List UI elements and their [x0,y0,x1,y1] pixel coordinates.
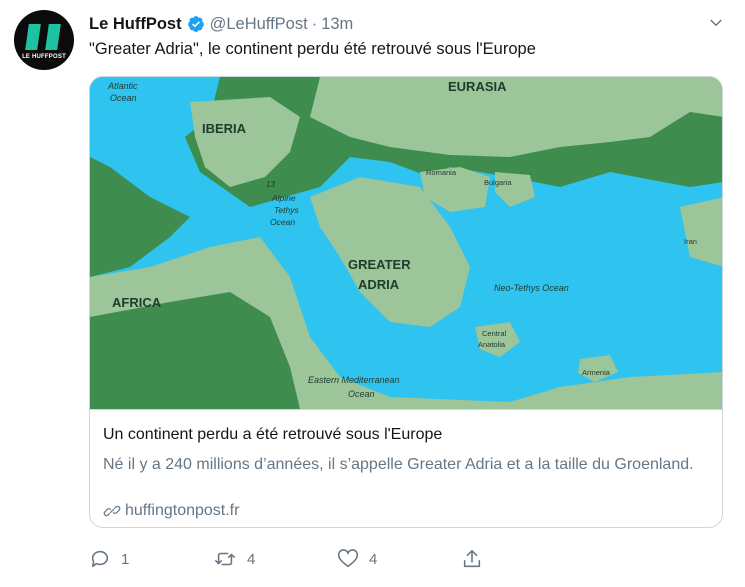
label-alpine-1: Alpine [271,193,296,203]
label-number: 13 [266,180,275,189]
label-iran: Iran [684,237,697,246]
verified-badge-icon [187,16,204,32]
timestamp[interactable]: 13m [321,15,353,34]
label-africa: AFRICA [112,295,162,310]
avatar-logo-text: LE HUFFPOST [22,54,66,60]
label-east-med-1: Eastern Mediterranean [308,375,400,385]
label-adria-text: ADRIA [358,277,400,292]
like-button[interactable]: 4 [337,548,377,570]
share-icon [463,549,481,568]
logo-bar-left [25,24,41,50]
link-card[interactable]: Atlantic Ocean IBERIA EURASIA 13 Alpine … [89,76,723,528]
label-armenia: Armenia [582,368,611,377]
author-name[interactable]: Le HuffPost [89,15,182,34]
retweet-icon [215,552,235,566]
tweet-text: "Greater Adria", le continent perdu été … [89,40,536,58]
card-link[interactable]: huffingtonpost.fr [103,502,239,520]
link-icon [103,505,121,517]
label-romania: Romania [426,168,457,177]
tweet-header: Le HuffPost @LeHuffPost · 13m [89,12,725,36]
label-neo-tethys: Neo-Tethys Ocean [494,283,569,293]
label-bulgaria: Bulgaria [484,178,512,187]
reply-button[interactable]: 1 [89,548,129,570]
label-alpine-3: Ocean [270,217,295,227]
reply-icon [91,550,109,568]
card-description: Né il y a 240 millions d’années, il s’ap… [103,456,694,473]
retweet-count: 4 [247,550,256,568]
share-button[interactable] [461,548,493,570]
label-atlantic-1: Atlantic [107,81,138,91]
heart-icon [337,549,359,568]
chevron-down-icon[interactable] [707,14,725,32]
author-handle[interactable]: @LeHuffPost [210,15,308,34]
like-count: 4 [369,550,378,568]
label-east-med-2: Ocean [348,389,375,399]
logo-bar-right [45,24,61,50]
label-alpine-2: Tethys [274,205,299,215]
label-anatolia: Anatolia [478,340,506,349]
reply-count: 1 [121,550,130,568]
card-body: Un continent perdu a été retrouvé sous l… [90,409,722,527]
card-title: Un continent perdu a été retrouvé sous l… [103,426,443,443]
tweet-actions: 1 4 4 [89,548,489,572]
map-image: Atlantic Ocean IBERIA EURASIA 13 Alpine … [90,77,722,409]
card-domain: huffingtonpost.fr [125,502,240,519]
avatar[interactable]: LE HUFFPOST [14,10,74,70]
label-eurasia: EURASIA [448,79,507,94]
label-iberia: IBERIA [202,121,247,136]
separator: · [311,14,318,33]
label-central: Central [482,329,507,338]
label-greater: GREATER [348,257,411,272]
retweet-button[interactable]: 4 [213,548,255,570]
label-atlantic-2: Ocean [110,93,137,103]
